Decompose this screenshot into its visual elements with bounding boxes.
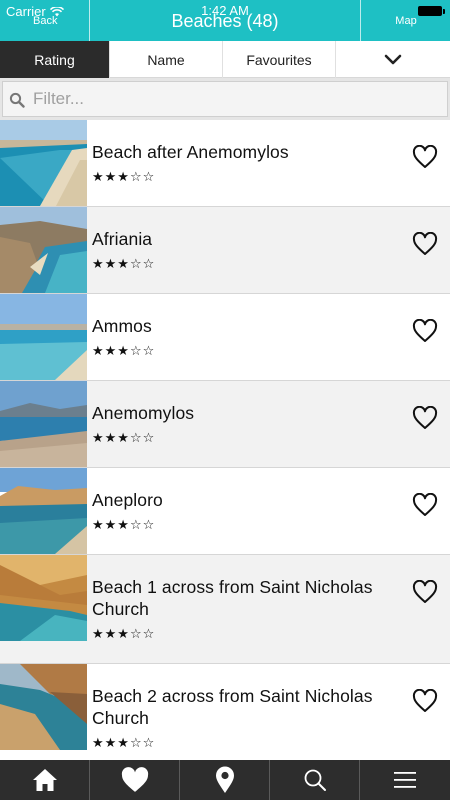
tab-more[interactable] (336, 41, 450, 78)
beach-name: Ammos (92, 316, 152, 336)
list-item[interactable]: Beach after Anemomylos ★★★☆☆ (0, 120, 450, 207)
beach-name: Beach 1 across from Saint Nicholas Churc… (92, 577, 373, 619)
map-pin-icon (215, 766, 234, 793)
beach-thumbnail (0, 207, 87, 293)
list-item[interactable]: Ammos ★★★☆☆ (0, 294, 450, 381)
beach-name: Anemomylos (92, 403, 195, 423)
page-title: Beaches (48) (171, 11, 279, 31)
list-item[interactable]: Aneploro ★★★☆☆ (0, 468, 450, 555)
star-rating: ★★★☆☆ (92, 169, 156, 184)
bottom-tab-bar (0, 760, 450, 800)
bottom-tab-favourites[interactable] (90, 760, 180, 800)
tab-name[interactable]: Name (110, 41, 223, 78)
tab-favourites[interactable]: Favourites (223, 41, 336, 78)
beach-name: Beach after Anemomylos (92, 142, 289, 162)
favourite-heart-icon[interactable] (412, 493, 438, 517)
bottom-tab-search[interactable] (270, 760, 360, 800)
beach-name: Beach 2 across from Saint Nicholas Churc… (92, 686, 373, 728)
chevron-down-icon (384, 54, 402, 64)
heart-icon (121, 767, 148, 792)
star-rating: ★★★☆☆ (92, 256, 156, 271)
filter-input[interactable] (33, 82, 433, 116)
map-button-label: Map (395, 15, 417, 27)
search-icon (9, 92, 25, 108)
bottom-tab-map[interactable] (180, 760, 270, 800)
star-rating: ★★★☆☆ (92, 343, 156, 358)
star-rating: ★★★☆☆ (92, 517, 156, 532)
back-button[interactable]: Back (0, 0, 90, 41)
bottom-tab-menu[interactable] (360, 760, 450, 800)
beach-thumbnail (0, 294, 87, 380)
home-icon (32, 769, 57, 791)
favourite-heart-icon[interactable] (412, 406, 438, 430)
favourite-heart-icon[interactable] (412, 319, 438, 343)
beach-thumbnail (0, 468, 87, 554)
favourite-heart-icon[interactable] (412, 580, 438, 604)
favourite-heart-icon[interactable] (412, 232, 438, 256)
sort-tabs: Rating Name Favourites (0, 41, 450, 78)
tab-rating[interactable]: Rating (0, 41, 110, 78)
favourite-heart-icon[interactable] (412, 145, 438, 169)
filter-box (2, 81, 448, 117)
favourite-heart-icon[interactable] (412, 689, 438, 713)
star-rating: ★★★☆☆ (92, 735, 156, 750)
map-button[interactable]: Map (360, 0, 450, 41)
list-item[interactable]: Beach 2 across from Saint Nicholas Churc… (0, 664, 450, 760)
list-item[interactable]: Beach 1 across from Saint Nicholas Churc… (0, 555, 450, 664)
beach-name: Afriania (92, 229, 153, 249)
beach-thumbnail (0, 381, 87, 467)
beach-thumbnail (0, 555, 87, 641)
star-rating: ★★★☆☆ (92, 430, 156, 445)
beach-thumbnail (0, 664, 87, 750)
menu-icon (394, 772, 416, 788)
star-rating: ★★★☆☆ (92, 626, 156, 641)
list-item[interactable]: Anemomylos ★★★☆☆ (0, 381, 450, 468)
beach-thumbnail (0, 120, 87, 206)
beach-list: Beach after Anemomylos ★★★☆☆ Afriania ★★… (0, 120, 450, 760)
bottom-tab-home[interactable] (0, 760, 90, 800)
search-icon (304, 769, 326, 791)
top-bar: Carrier 1:42 AM Back Beaches (48) Map (0, 0, 450, 41)
filter-bar (0, 78, 450, 120)
beach-name: Aneploro (92, 490, 163, 510)
list-item[interactable]: Afriania ★★★☆☆ (0, 207, 450, 294)
back-button-label: Back (33, 15, 58, 27)
